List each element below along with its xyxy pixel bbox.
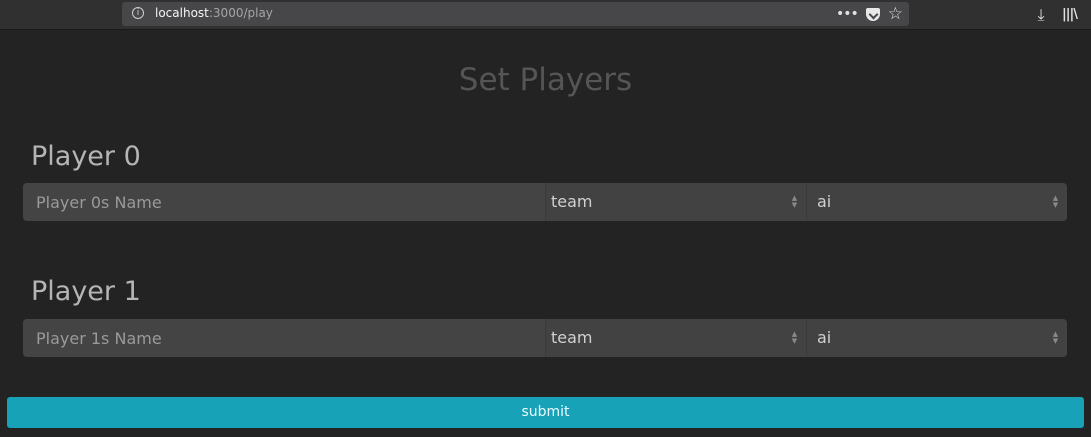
bookmark-star-icon[interactable]: ☆ [888,5,903,23]
url-host: localhost [155,6,209,20]
address-bar[interactable]: i localhost:3000/play ••• ☆ [122,2,909,26]
info-icon[interactable]: i [132,7,144,19]
browser-toolbar: i localhost:3000/play ••• ☆ ⤓ |||\ [0,0,1091,30]
player-1-row: team ▲▼ ai ▲▼ [23,319,1067,357]
page-title: Set Players [458,62,633,98]
select-arrows-icon: ▲ ▼ [791,330,798,345]
player-0-heading: Player 0 [31,141,141,172]
select-arrows-icon: ▲ ▼ [1052,194,1059,209]
library-icon[interactable]: |||\ [1062,6,1080,24]
player-1-type-select[interactable]: ai ▲ ▼ [806,319,1067,357]
player-0-type-value: ai [817,192,832,211]
player-0-team-select[interactable]: team ▲ ▼ [545,183,806,221]
player-0-name-input[interactable] [23,183,545,221]
player-1-team-select[interactable]: team ▲ ▼ [545,319,806,357]
player-0-row: team ▲▼ ai ▲▼ [23,183,1067,221]
player-0-type-select[interactable]: ai ▲ ▼ [806,183,1067,221]
player-1-team-value: team [551,328,593,347]
submit-button[interactable]: submit [7,397,1084,428]
select-arrows-icon: ▲ ▼ [1052,330,1059,345]
page-actions-icon[interactable]: ••• [836,5,859,23]
player-1-type-value: ai [817,328,832,347]
pocket-icon[interactable] [865,7,880,21]
player-1-heading: Player 1 [31,276,141,307]
select-arrows-icon: ▲ ▼ [791,194,798,209]
player-0-team-value: team [551,192,593,211]
download-icon[interactable]: ⤓ [1033,6,1049,24]
url-path: :3000/play [208,6,273,20]
url-text: localhost:3000/play [155,6,273,20]
url-actions: ••• ☆ [836,5,903,23]
player-1-name-input[interactable] [23,319,545,357]
